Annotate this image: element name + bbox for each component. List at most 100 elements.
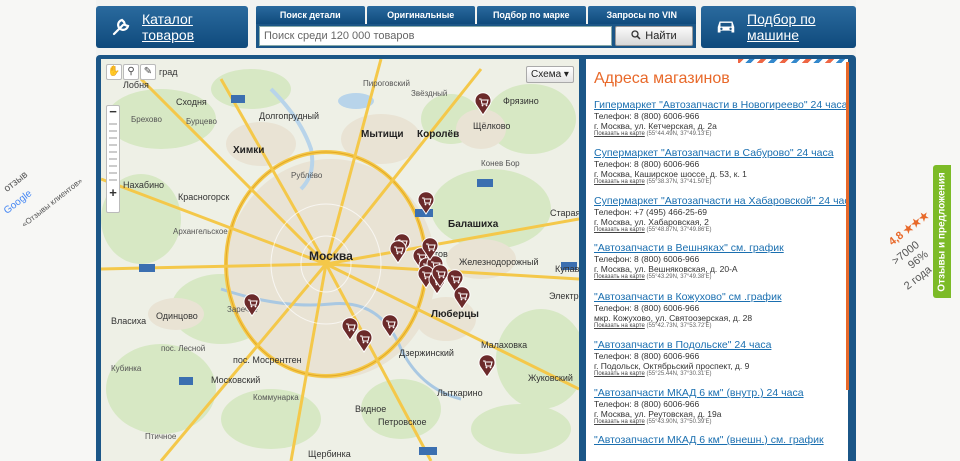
map-place-label: Видное xyxy=(355,404,387,414)
store-marker-icon[interactable] xyxy=(381,314,399,338)
page-background-left xyxy=(0,0,96,461)
map-place-label: Купав xyxy=(555,264,579,274)
store-marker-icon[interactable] xyxy=(389,240,407,264)
feedback-tab[interactable]: Отзывы и предложения xyxy=(933,165,951,298)
store-name-link[interactable]: Гипермаркет "Автозапчасти в Новогиреево"… xyxy=(594,99,848,111)
store-name-link[interactable]: "Автозапчасти в Вешняках" см. график xyxy=(594,242,844,254)
map-place-label: Щёлково xyxy=(473,121,511,131)
store-name-link[interactable]: "Автозапчасти в Кожухово" см .график xyxy=(594,291,844,303)
decorative-stripe xyxy=(738,59,848,63)
store-marker-icon[interactable] xyxy=(478,354,496,378)
store-address: г. Москва, ул. Хабаровская, 2 xyxy=(594,217,709,227)
store-list-item: "Автозапчасти МКАД 6 км" (внутр.) 24 час… xyxy=(594,387,844,425)
car-pick-button[interactable]: Подбор по машине xyxy=(701,6,856,48)
store-coordinates: (55°42.73N, 37°53.72'E) xyxy=(646,323,712,329)
store-phone: Телефон: 8 (800) 6006-966 xyxy=(594,351,700,361)
map-place-label: Конев Бор xyxy=(481,159,520,168)
wrench-icon xyxy=(110,16,132,38)
store-name-link[interactable]: "Автозапчасти МКАД 6 км" (внешн.) см. гр… xyxy=(594,434,844,446)
map-place-label: Одинцово xyxy=(156,311,198,321)
store-address: мкр. Кожухово, ул. Святоозерская, д. 28 xyxy=(594,313,753,323)
store-phone: Телефон: 8 (800) 6006-966 xyxy=(594,111,700,121)
map-place-label: Власиха xyxy=(111,316,147,326)
map-place-label: Балашиха xyxy=(448,219,499,230)
map-place-label: Фрязино xyxy=(503,96,539,106)
store-list-item: Супермаркет "Автозапчасти на Хабаровской… xyxy=(594,195,848,233)
map-place-label: Архангельское xyxy=(173,227,228,236)
store-list-item: Гипермаркет "Автозапчасти в Новогиреево"… xyxy=(594,99,848,137)
map-type-select[interactable]: Схема ▾ xyxy=(526,66,574,83)
map-place-label: Лыткарино xyxy=(437,388,483,398)
store-phone: Телефон: +7 (495) 466-25-69 xyxy=(594,207,707,217)
hand-icon[interactable]: ✋ xyxy=(106,64,122,80)
map-place-label: Дзержинский xyxy=(399,348,454,358)
magnifier-icon[interactable]: ⚲ xyxy=(123,64,139,80)
map-place-label: Старая xyxy=(550,208,579,218)
show-on-map-link[interactable]: Показать на карте xyxy=(594,371,645,377)
store-phone: Телефон: 8 (800) 6006-966 xyxy=(594,159,700,169)
store-list-item: "Автозапчасти в Подольске" 24 часа Телефо… xyxy=(594,339,844,377)
store-name-link[interactable]: "Автозапчасти в Подольске" 24 часа xyxy=(594,339,844,351)
search-button[interactable]: Найти xyxy=(615,26,693,46)
store-marker-icon[interactable] xyxy=(421,237,439,261)
stores-title: Адреса магазинов xyxy=(594,70,730,87)
store-coordinates: (55°38.37N, 37°41.50'E) xyxy=(646,179,712,185)
map-place-label: Щербинка xyxy=(308,449,351,459)
map-place-label: Птичное xyxy=(145,432,177,441)
store-list-item: "Автозапчасти в Кожухово" см .график Теле… xyxy=(594,291,844,329)
store-coordinates: (55°43.90N, 37°50.39'E) xyxy=(646,419,712,425)
tab-part-search[interactable]: Поиск детали xyxy=(256,6,365,24)
store-marker-icon[interactable] xyxy=(417,191,435,215)
store-map[interactable]: Москва Мытищи Королёв Химки Люберцы Балашиха Д… xyxy=(101,59,579,461)
tab-original-catalogs[interactable]: Оригинальные каталоги xyxy=(366,6,475,38)
map-toolbar: ✋ ⚲ ✎ xyxy=(106,64,156,80)
map-place-label: Железнодорожный xyxy=(459,257,539,267)
store-name-link[interactable]: "Автозапчасти МКАД 6 км" (внутр.) 24 час… xyxy=(594,387,844,399)
store-marker-icon[interactable] xyxy=(431,264,449,288)
search-tabs: Поиск детали Оригинальные каталоги Подбо… xyxy=(256,6,696,38)
store-coordinates: (55°25.44N, 37°30.31'E) xyxy=(646,371,712,377)
store-marker-icon[interactable] xyxy=(474,92,492,116)
store-address: г. Подольск, Октябрьский проспект, д. 9 xyxy=(594,361,750,371)
show-on-map-link[interactable]: Показать на карте xyxy=(594,274,645,280)
store-phone: Телефон: 8 (800) 6006-966 xyxy=(594,399,700,409)
search-input[interactable] xyxy=(259,26,612,46)
map-place-label: Люберцы xyxy=(431,309,479,320)
store-coordinates: (55°43.29N, 37°49.38'E) xyxy=(646,274,712,280)
search-bar: Найти xyxy=(256,24,696,48)
store-name-link[interactable]: Супермаркет "Автозапчасти на Хабаровской… xyxy=(594,195,848,207)
ruler-icon[interactable]: ✎ xyxy=(140,64,156,80)
map-place-label: Лобня xyxy=(123,80,149,90)
map-place-label: Малаховка xyxy=(481,340,528,350)
map-place-label: Москва xyxy=(309,249,353,263)
map-place-label: Брехово xyxy=(131,115,162,124)
map-place-label: Сходня xyxy=(176,97,207,107)
show-on-map-link[interactable]: Показать на карте xyxy=(594,131,645,137)
zoom-out-icon[interactable]: − xyxy=(107,105,119,118)
store-address: г. Москва, ул. Реутовская, д. 19а xyxy=(594,409,722,419)
store-marker-icon[interactable] xyxy=(453,286,471,310)
stores-scrollbar[interactable] xyxy=(846,62,849,390)
zoom-in-icon[interactable]: + xyxy=(107,186,119,199)
show-on-map-link[interactable]: Показать на карте xyxy=(594,323,645,329)
catalog-button[interactable]: Каталог товаров xyxy=(96,6,248,48)
store-list-item: "Автозапчасти МКАД 6 км" (внешн.) см. гр… xyxy=(594,434,844,446)
show-on-map-link[interactable]: Показать на карте xyxy=(594,419,645,425)
show-on-map-link[interactable]: Показать на карте xyxy=(594,227,645,233)
map-place-label: Кубинка xyxy=(111,364,142,373)
zoom-control[interactable]: − + xyxy=(106,105,120,213)
map-place-label: Пироговский xyxy=(363,79,410,88)
show-on-map-link[interactable]: Показать на карте xyxy=(594,179,645,185)
map-partial-label: град xyxy=(159,67,178,77)
map-place-label: Королёв xyxy=(417,129,460,140)
map-place-label: Нахабино xyxy=(123,180,165,190)
tab-by-brand[interactable]: Подбор по марке xyxy=(477,6,586,24)
tab-vin-requests[interactable]: Запросы по VIN xyxy=(587,6,696,24)
map-place-label: Бурцево xyxy=(186,117,217,126)
feedback-tab-label: Отзывы и предложения xyxy=(936,171,948,292)
store-name-link[interactable]: Супермаркет "Автозапчасти в Сабурово" 24… xyxy=(594,147,844,159)
store-marker-icon[interactable] xyxy=(243,293,261,317)
store-marker-icon[interactable] xyxy=(355,329,373,353)
map-place-label: Рублёво xyxy=(291,171,323,180)
map-place-label: Долгопрудный xyxy=(259,111,320,121)
